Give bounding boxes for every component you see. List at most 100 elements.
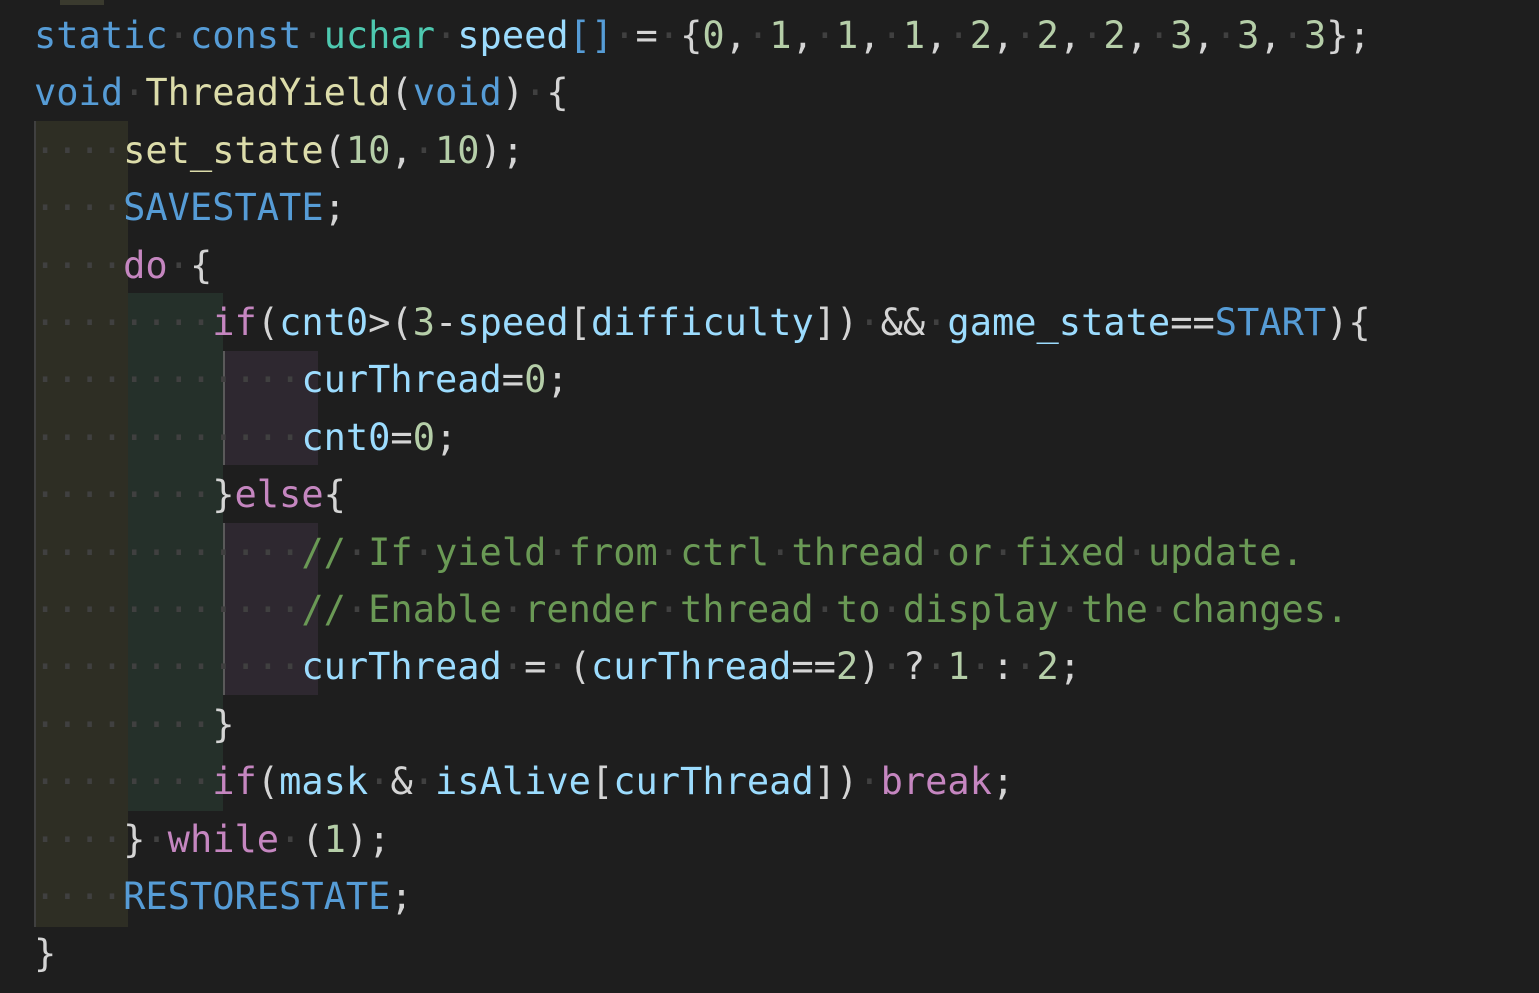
code-token: the [1081, 588, 1148, 631]
whitespace-marker: · [1281, 14, 1304, 57]
whitespace-marker: · [947, 14, 970, 57]
code-token: ; [390, 875, 413, 918]
code-token: difficulty [590, 301, 814, 344]
code-token: ( [301, 817, 324, 861]
whitespace-marker: · [858, 760, 881, 804]
code-token: fixed [1014, 530, 1126, 574]
code-line[interactable]: } [34, 925, 56, 982]
code-token: or [947, 530, 992, 574]
code-token: game_state [947, 301, 1171, 344]
whitespace-marker: ············ [34, 415, 302, 459]
code-token: static [34, 14, 168, 57]
whitespace-marker: · [279, 817, 302, 861]
whitespace-marker: ···· [34, 875, 124, 918]
whitespace-marker: · [345, 588, 369, 631]
code-token: [ [568, 301, 591, 344]
code-token: ( [256, 760, 280, 804]
code-token: // [301, 530, 346, 574]
whitespace-marker: · [1147, 588, 1171, 631]
code-token: isAlive [435, 760, 591, 804]
code-token: 10 [345, 128, 391, 172]
whitespace-marker: · [501, 645, 525, 689]
code-editor[interactable]: static·const·uchar·speed[]·=·{0,·1,·1,·1… [0, 0, 1539, 993]
code-token: = [390, 415, 413, 459]
code-line[interactable]: ········if(cnt0>(3-speed[difficulty])·&&… [34, 294, 1371, 351]
code-token: ? [902, 645, 926, 689]
code-line[interactable]: ····SAVESTATE; [34, 179, 346, 236]
whitespace-marker: · [145, 817, 168, 861]
code-line[interactable]: ········} [34, 696, 235, 753]
whitespace-marker: ········ [34, 301, 213, 344]
code-token: 1 [836, 14, 859, 57]
whitespace-marker: · [657, 588, 681, 631]
code-line[interactable]: ····}·while·(1); [34, 811, 390, 868]
code-token: , [1192, 14, 1215, 57]
code-token: ( [568, 645, 591, 689]
whitespace-marker: · [123, 71, 146, 115]
code-token: == [791, 645, 836, 689]
code-token: == [1170, 301, 1215, 344]
code-token: START [1214, 301, 1327, 344]
whitespace-marker: · [880, 14, 903, 57]
code-token: ( [390, 301, 413, 344]
whitespace-marker: ········ [34, 760, 213, 804]
code-token: : [991, 645, 1015, 689]
code-token: [] [568, 14, 614, 57]
whitespace-marker: · [880, 588, 903, 631]
code-line[interactable]: ····set_state(10,·10); [34, 122, 524, 179]
code-token: mask [279, 760, 369, 804]
whitespace-marker: · [1125, 530, 1148, 574]
code-line[interactable]: ············//·If·yield·from·ctrl·thread… [34, 524, 1304, 581]
code-line[interactable]: ········}else{ [34, 466, 346, 523]
code-token: , [724, 14, 747, 57]
whitespace-marker: · [167, 14, 190, 57]
code-token: 2 [1103, 14, 1126, 57]
code-token: } [34, 932, 57, 976]
whitespace-marker: · [1014, 14, 1037, 57]
code-token: , [390, 128, 413, 172]
code-line[interactable]: ········if(mask·&·isAlive[curThread])·br… [34, 753, 1014, 810]
whitespace-marker: · [858, 301, 881, 344]
code-line[interactable]: ····do·{ [34, 237, 212, 294]
code-token: - [435, 301, 458, 344]
code-token: } [212, 702, 235, 746]
whitespace-marker: · [657, 14, 681, 57]
whitespace-marker: ········ [34, 473, 213, 517]
code-token: 3 [1237, 14, 1260, 57]
code-token: from [568, 530, 658, 574]
code-line[interactable]: ····RESTORESTATE; [34, 868, 413, 925]
code-line[interactable]: void·ThreadYield(void)·{ [34, 64, 569, 121]
code-token: ( [256, 301, 280, 344]
code-line[interactable]: ············curThread·=·(curThread==2)·?… [34, 638, 1081, 695]
code-token: , [925, 14, 948, 57]
code-line[interactable]: ············cnt0=0; [34, 409, 457, 466]
whitespace-marker: · [1214, 14, 1238, 57]
code-token: [ [590, 760, 614, 804]
code-token: } [123, 817, 146, 861]
code-token: uchar [323, 14, 435, 57]
code-token: thread [680, 588, 814, 631]
whitespace-marker: · [746, 14, 770, 57]
code-token: ) [858, 645, 881, 689]
code-token: 2 [835, 645, 859, 689]
code-token: } [212, 473, 235, 517]
code-token: ; [546, 358, 569, 402]
code-token: ) [501, 71, 525, 115]
code-token: to [835, 588, 881, 631]
code-token: 0 [524, 358, 547, 402]
code-line[interactable]: static·const·uchar·speed[]·=·{0,·1,·1,·1… [34, 7, 1371, 64]
code-token: curThread [613, 760, 814, 804]
code-line[interactable]: ············curThread=0; [34, 351, 569, 408]
whitespace-marker: ···· [34, 128, 124, 172]
code-token: ; [323, 186, 346, 230]
code-token: { [189, 243, 213, 287]
whitespace-marker: · [991, 530, 1015, 574]
code-token: cnt0 [301, 415, 391, 459]
code-token: else [234, 473, 324, 517]
whitespace-marker: ············ [34, 588, 302, 631]
code-line[interactable]: ············//·Enable·render·thread·to·d… [34, 581, 1348, 638]
code-token: speed [457, 301, 569, 344]
code-token: 3 [412, 301, 436, 344]
code-token: break [880, 760, 992, 804]
whitespace-marker: · [925, 645, 948, 689]
